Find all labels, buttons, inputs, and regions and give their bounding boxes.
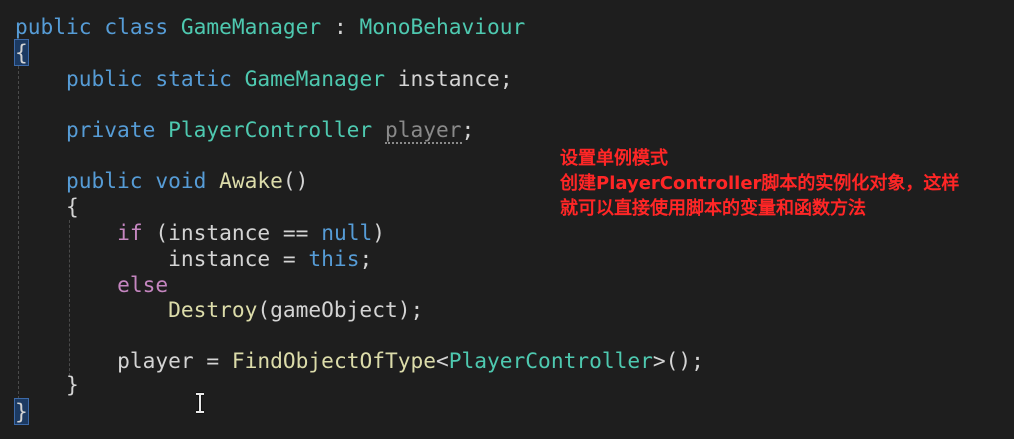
type-name: GameManager — [244, 66, 385, 91]
semicolon-token: ; — [499, 66, 513, 91]
code-line-3[interactable]: public static GameManager instance; — [15, 66, 513, 92]
method-name: Awake — [219, 168, 283, 193]
annotation-line-1: 设置单例模式 — [560, 148, 668, 169]
generic-close-call-token: >(); — [652, 348, 704, 373]
keyword-class: class — [104, 14, 169, 39]
keyword-if: if — [117, 220, 143, 245]
code-line-9[interactable]: else — [15, 272, 168, 298]
annotation-line-2: 创建PlayerController脚本的实例化对象，这样 — [560, 173, 960, 194]
identifier: instance — [168, 246, 271, 271]
code-line-2[interactable]: { — [14, 39, 29, 66]
code-line-10[interactable]: Destroy(gameObject); — [15, 297, 423, 323]
class-name: GameManager — [180, 14, 322, 39]
code-line-12[interactable]: } — [15, 372, 79, 398]
text-cursor-ibeam-icon — [196, 392, 204, 414]
open-paren-token: ( — [142, 220, 169, 245]
keyword-private: private — [66, 117, 156, 142]
operator-token: = — [270, 246, 309, 271]
keyword-void: void — [155, 168, 207, 193]
keyword-public: public — [66, 168, 143, 193]
open-paren-token: ( — [257, 297, 271, 322]
code-line-11[interactable]: player = FindObjectOfType<PlayerControll… — [15, 348, 704, 374]
keyword-else: else — [117, 272, 169, 297]
identifier: instance — [168, 220, 271, 245]
keyword-public: public — [15, 14, 92, 39]
keyword-this: this — [308, 246, 360, 271]
method-close-brace: } — [66, 372, 79, 397]
code-line-1[interactable]: public class GameManager : MonoBehaviour — [15, 14, 525, 40]
keyword-public: public — [66, 66, 143, 91]
argument: gameObject — [270, 297, 398, 322]
semicolon-token: ; — [461, 117, 475, 142]
base-class-name: MonoBehaviour — [359, 14, 526, 39]
keyword-static: static — [155, 66, 232, 91]
colon-token: : — [321, 14, 360, 39]
operator-token: = — [193, 348, 232, 373]
annotation-line-3: 就可以直接使用脚本的变量和函数方法 — [560, 198, 866, 219]
parens-token: () — [282, 168, 309, 193]
identifier: player — [117, 348, 194, 373]
type-name: PlayerController — [448, 348, 653, 373]
close-paren-token: ) — [372, 220, 385, 245]
code-line-7[interactable]: if (instance == null) — [15, 220, 385, 246]
close-paren-token: ); — [397, 297, 424, 322]
field-name: instance — [397, 66, 500, 91]
code-line-4[interactable]: private PlayerController player; — [15, 117, 475, 144]
method-open-brace: { — [66, 194, 79, 219]
matched-brace-open: { — [14, 39, 29, 66]
unused-field-name: player — [384, 117, 462, 144]
operator-token: == — [270, 220, 322, 245]
method-name: FindObjectOfType — [231, 348, 436, 373]
code-line-5[interactable]: public void Awake() — [15, 168, 308, 194]
code-line-8[interactable]: instance = this; — [15, 246, 372, 272]
code-line-13[interactable]: } — [14, 398, 29, 425]
code-line-6[interactable]: { — [15, 194, 79, 220]
semicolon-token: ; — [359, 246, 373, 271]
method-name: Destroy — [168, 297, 258, 322]
generic-open-token: < — [436, 348, 449, 373]
annotation-note: 设置单例模式 创建PlayerController脚本的实例化对象，这样 就可以… — [560, 146, 959, 221]
code-editor[interactable]: public class GameManager : MonoBehaviour… — [0, 0, 1014, 439]
keyword-null: null — [321, 220, 373, 245]
matched-brace-close: } — [14, 398, 29, 425]
type-name: PlayerController — [168, 117, 373, 142]
